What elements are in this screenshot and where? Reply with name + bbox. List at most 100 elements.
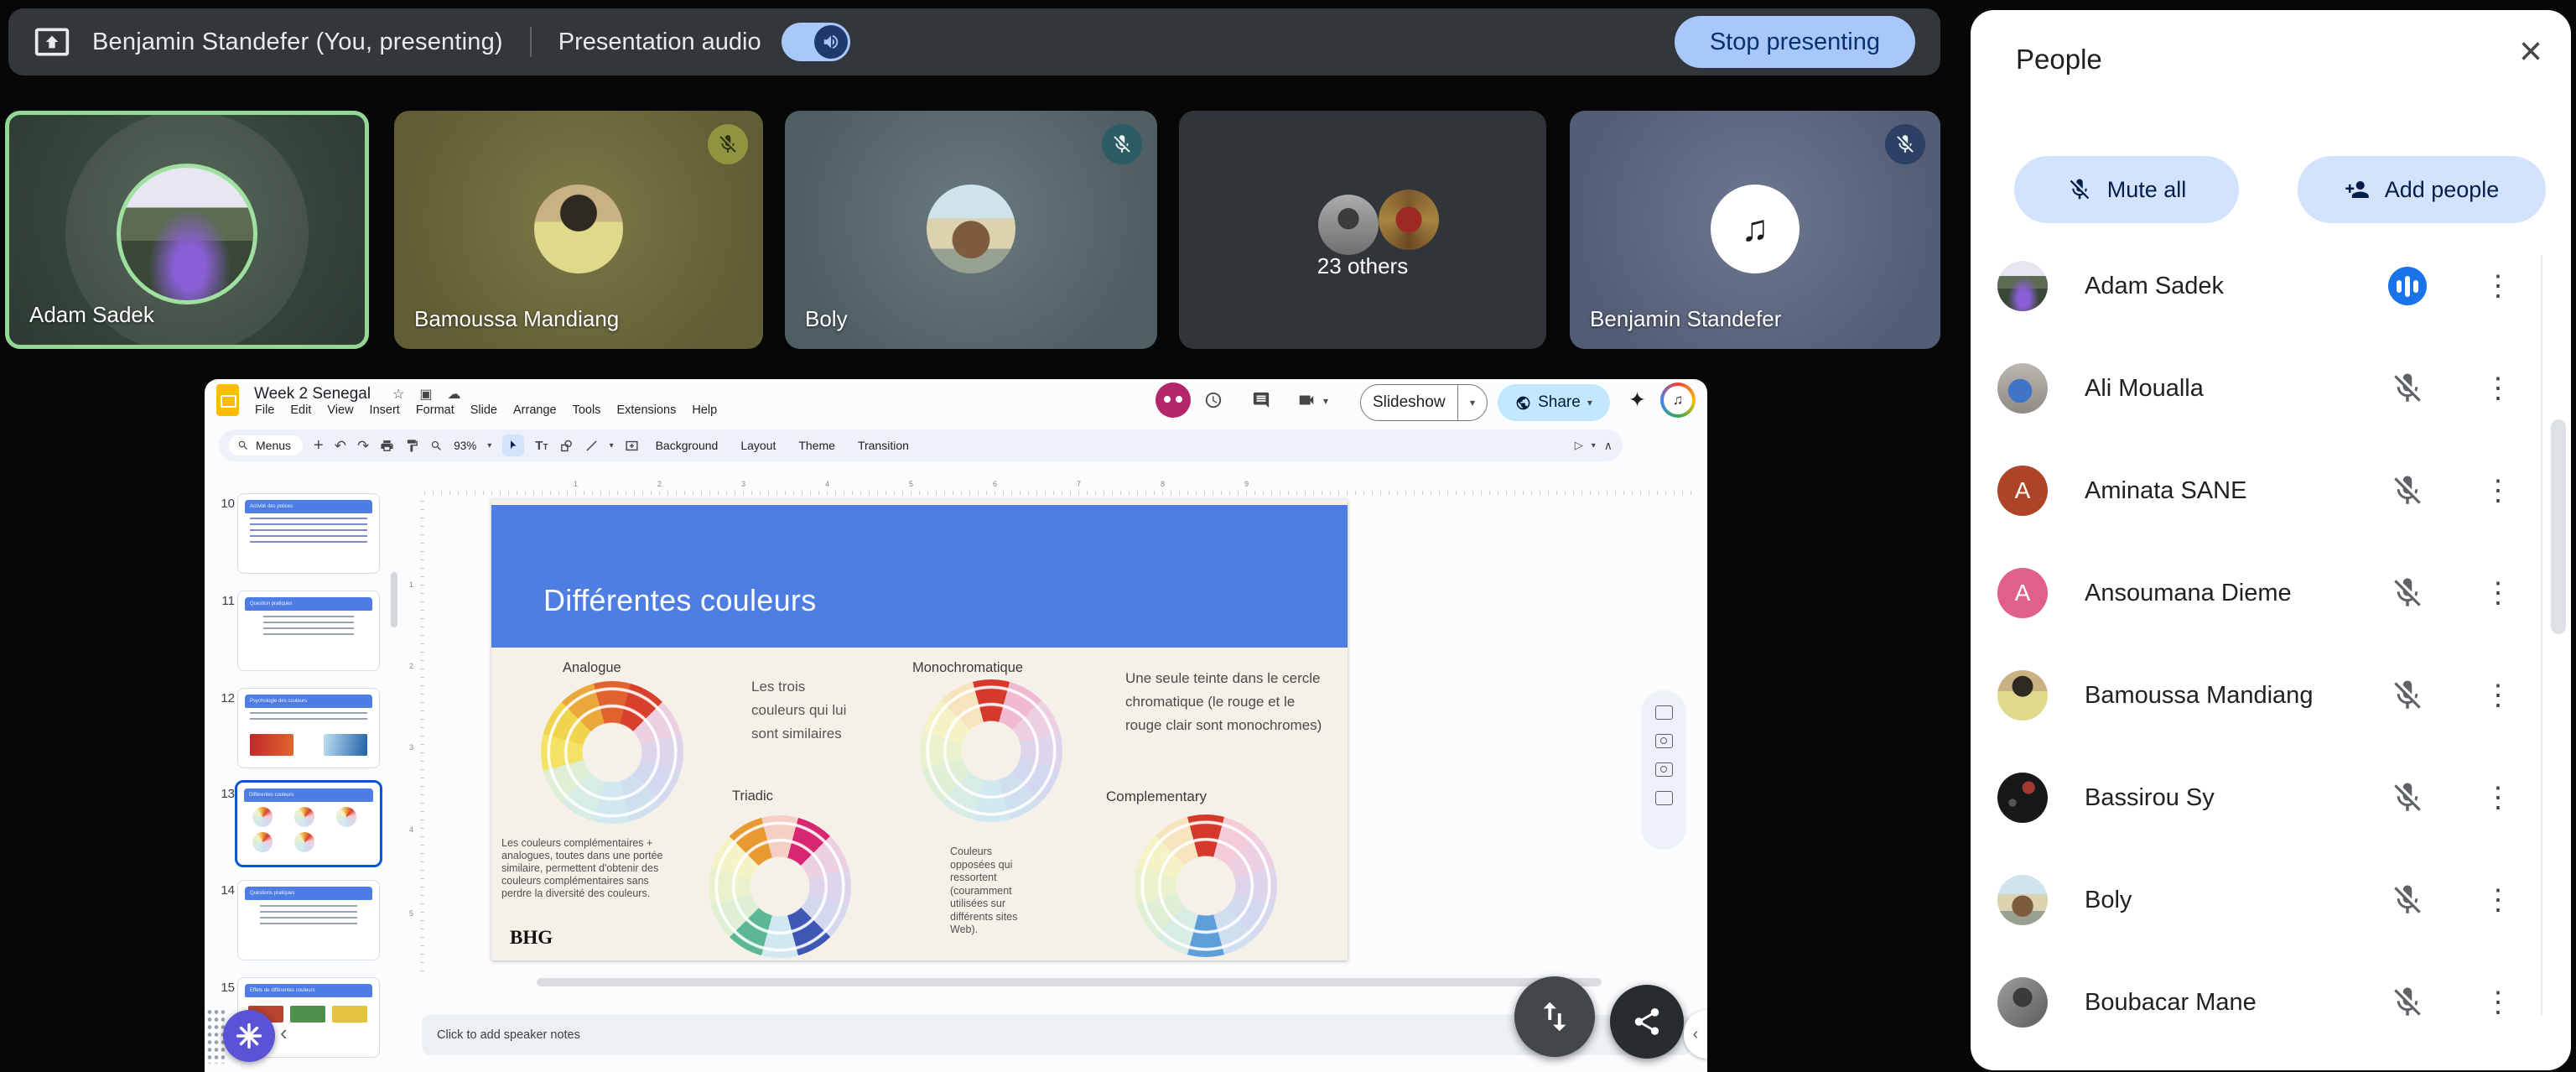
tile-adam-sadek[interactable]: Adam Sadek: [5, 111, 369, 349]
mute-all-button[interactable]: Mute all: [2014, 156, 2239, 223]
theme-button[interactable]: Theme: [798, 439, 835, 452]
contact-card-icon[interactable]: [1655, 705, 1673, 720]
gemini-floating-button[interactable]: [223, 1010, 275, 1062]
slide-canvas[interactable]: Différentes couleurs Analogue Les trois …: [491, 499, 1348, 960]
more-options-button[interactable]: ⋮: [2484, 781, 2512, 814]
chevron-down-icon[interactable]: ▾: [487, 441, 491, 450]
list-item[interactable]: A Ansoumana Dieme ⋮: [1997, 542, 2512, 644]
list-item[interactable]: Adam Sadek ⋮: [1997, 235, 2512, 337]
line-tool[interactable]: [584, 439, 599, 453]
chevron-down-icon[interactable]: ▾: [1587, 397, 1592, 409]
mic-off-icon: [1885, 124, 1925, 164]
gemini-icon[interactable]: ✦: [1628, 388, 1646, 413]
pointer-mode-icon[interactable]: ▷: [1575, 439, 1583, 452]
folder-icon[interactable]: [1655, 791, 1673, 805]
chevron-down-icon[interactable]: ▾: [610, 441, 614, 450]
version-history-icon[interactable]: [1204, 391, 1223, 409]
zoom-level[interactable]: 93%: [454, 440, 476, 452]
paint-format-icon[interactable]: [405, 439, 419, 453]
undo-icon[interactable]: ↶: [335, 439, 346, 453]
filmstrip-scrollbar[interactable]: [391, 572, 397, 627]
slide-thumbnail-11[interactable]: Question pratiques: [237, 591, 380, 671]
slide-thumbnail-12[interactable]: Psychologie des couleurs: [237, 688, 380, 768]
print-icon[interactable]: [380, 439, 394, 453]
text-box-tool[interactable]: TT: [535, 439, 548, 453]
menu-arrange[interactable]: Arrange: [513, 403, 557, 417]
list-item[interactable]: Bamoussa Mandiang ⋮: [1997, 644, 2512, 747]
participant-name: Boly: [2085, 887, 2132, 914]
presentation-audio-label: Presentation audio: [558, 29, 761, 56]
avatar: [1997, 875, 2048, 925]
menu-slide[interactable]: Slide: [470, 403, 497, 417]
contacts-icon[interactable]: [1655, 734, 1673, 748]
background-button[interactable]: Background: [656, 439, 719, 452]
add-people-button[interactable]: Add people: [2298, 156, 2546, 223]
select-tool[interactable]: [502, 435, 524, 456]
insert-image-tool[interactable]: [559, 439, 574, 453]
redo-icon[interactable]: ↷: [357, 439, 369, 453]
slideshow-button[interactable]: Slideshow ▾: [1360, 384, 1488, 421]
chevron-down-icon[interactable]: ▾: [1458, 397, 1487, 409]
presentation-audio-toggle[interactable]: [782, 23, 850, 61]
menu-file[interactable]: File: [255, 403, 274, 417]
more-options-button[interactable]: ⋮: [2484, 883, 2512, 917]
bhg-logo: BHG: [510, 927, 553, 949]
stop-presenting-button[interactable]: Stop presenting: [1675, 16, 1915, 68]
layout-button[interactable]: Layout: [740, 439, 776, 452]
speaker-notes-input[interactable]: Click to add speaker notes: [422, 1015, 1690, 1055]
person-add-icon: [2345, 177, 2370, 202]
close-icon[interactable]: ×: [2519, 32, 2542, 72]
zoom-icon[interactable]: [430, 439, 443, 453]
collapse-toolbar-icon[interactable]: ∧: [1604, 439, 1613, 453]
new-slide-button[interactable]: +: [314, 437, 324, 454]
star-icon[interactable]: ☆: [392, 386, 404, 403]
comments-icon[interactable]: [1252, 391, 1270, 409]
collapse-widget-icon[interactable]: ‹: [280, 1020, 288, 1046]
more-options-button[interactable]: ⋮: [2484, 474, 2512, 507]
menu-help[interactable]: Help: [692, 403, 717, 417]
more-options-button[interactable]: ⋮: [2484, 986, 2512, 1019]
list-item[interactable]: A Aminata SANE ⋮: [1997, 440, 2512, 542]
avatar: [1997, 773, 2048, 823]
chevron-down-icon[interactable]: ▾: [1592, 441, 1596, 450]
canvas-horizontal-scrollbar[interactable]: [537, 978, 1602, 986]
slide-thumbnail-14[interactable]: Questions pratiques: [237, 880, 380, 960]
drag-handle[interactable]: [206, 1008, 225, 1064]
share-button[interactable]: Share ▾: [1498, 384, 1610, 421]
more-options-button[interactable]: ⋮: [2484, 372, 2512, 405]
menu-edit[interactable]: Edit: [290, 403, 311, 417]
doc-title[interactable]: Week 2 Senegal: [254, 385, 371, 403]
search-menus-button[interactable]: Menus: [229, 435, 303, 455]
move-folder-icon[interactable]: ▣: [419, 386, 432, 403]
meet-camera-icon[interactable]: [1297, 391, 1316, 409]
more-options-button[interactable]: ⋮: [2484, 679, 2512, 712]
image-search-icon[interactable]: [1655, 762, 1673, 777]
text-analogue: Les trois couleurs qui lui sont similair…: [751, 675, 850, 746]
tile-23-others[interactable]: 23 others: [1179, 111, 1546, 349]
menu-view[interactable]: View: [327, 403, 353, 417]
account-avatar[interactable]: ♫: [1660, 382, 1696, 418]
more-options-button[interactable]: ⋮: [2484, 269, 2512, 303]
list-item[interactable]: Ali Moualla ⋮: [1997, 337, 2512, 440]
list-item[interactable]: Boubacar Mane ⋮: [1997, 951, 2512, 1054]
tile-benjamin-standefer[interactable]: ♫ Benjamin Standefer: [1570, 111, 1940, 349]
insert-placeholder-tool[interactable]: [625, 439, 639, 453]
list-item[interactable]: Bassirou Sy ⋮: [1997, 747, 2512, 849]
slide-thumbnail-13-selected[interactable]: Différentes couleurs: [235, 780, 382, 867]
tile-boly[interactable]: Boly: [785, 111, 1157, 349]
menu-format[interactable]: Format: [416, 403, 454, 417]
swap-presentation-button[interactable]: [1514, 976, 1595, 1057]
tile-bamoussa-mandiang[interactable]: Bamoussa Mandiang: [394, 111, 763, 349]
transition-button[interactable]: Transition: [858, 439, 909, 452]
menu-extensions[interactable]: Extensions: [616, 403, 676, 417]
slide-thumbnail-10[interactable]: Activité des polices: [237, 493, 380, 574]
menu-insert[interactable]: Insert: [370, 403, 400, 417]
extension-avatar-icon[interactable]: [1156, 382, 1191, 418]
chevron-down-icon[interactable]: ▾: [1323, 395, 1328, 407]
menu-tools[interactable]: Tools: [573, 403, 601, 417]
list-item-partial[interactable]: ⋮: [1997, 1054, 2512, 1070]
more-options-button[interactable]: ⋮: [2484, 576, 2512, 610]
share-screen-button[interactable]: [1610, 985, 1684, 1059]
list-item[interactable]: Boly ⋮: [1997, 849, 2512, 951]
list-scrollbar[interactable]: [2551, 419, 2566, 634]
